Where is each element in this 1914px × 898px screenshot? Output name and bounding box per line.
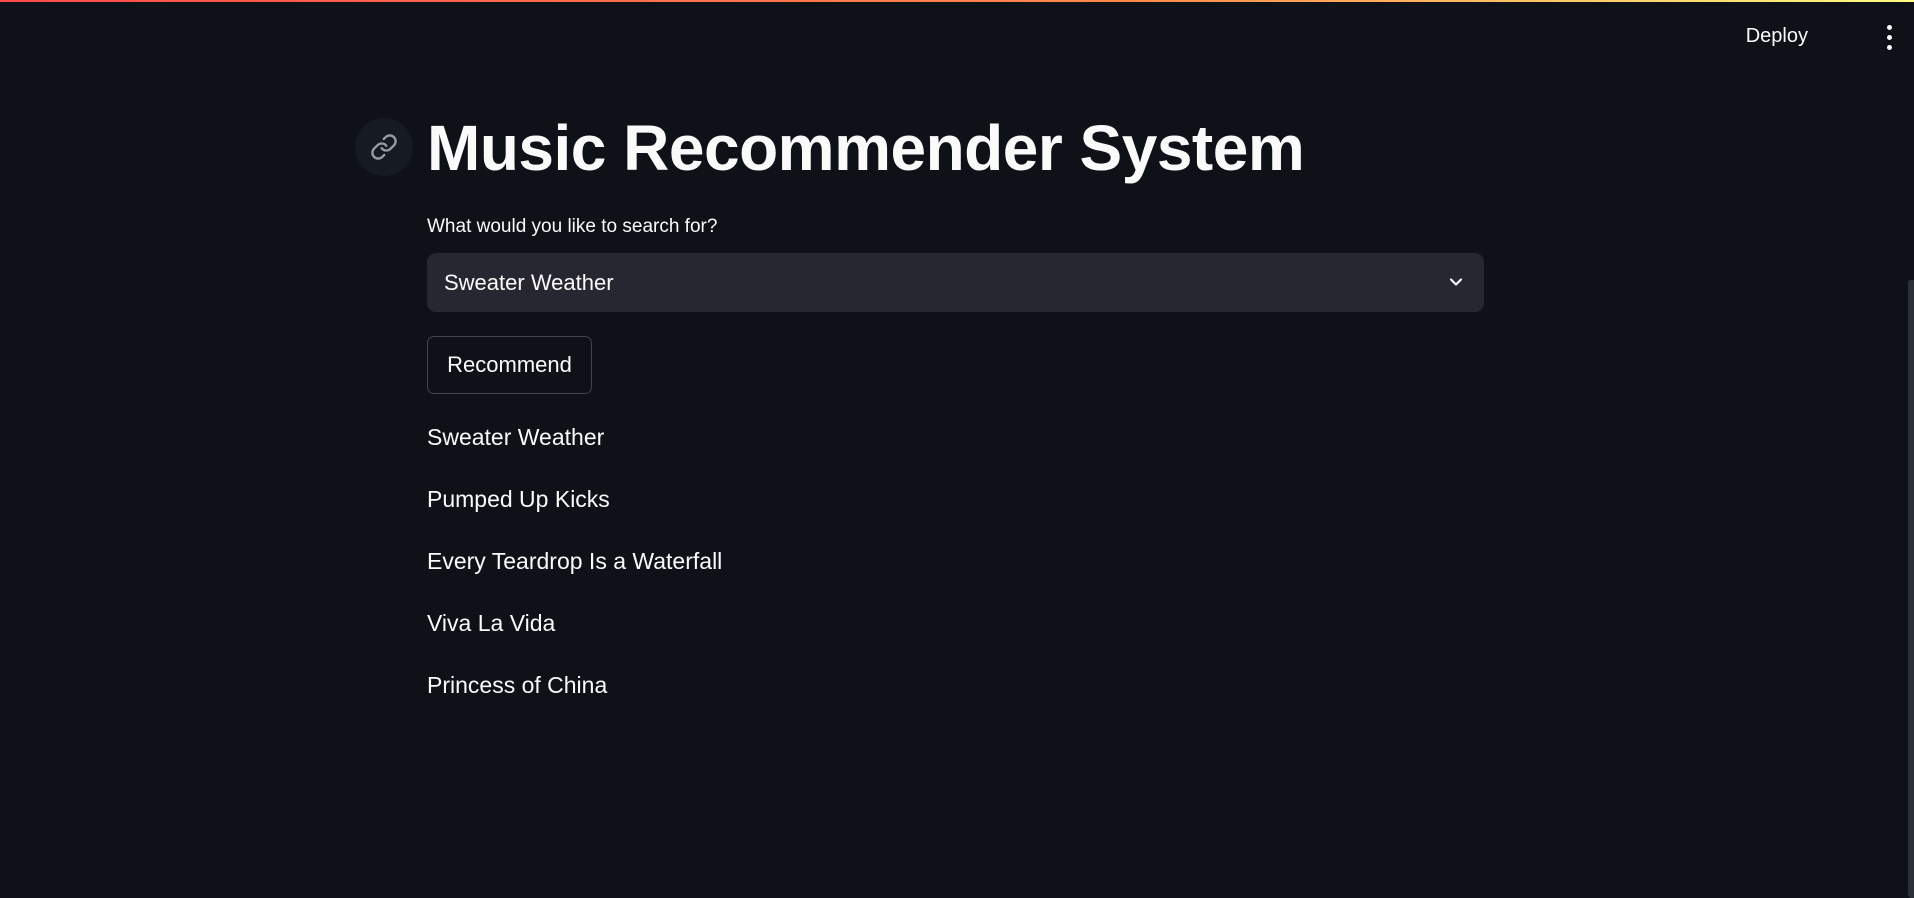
main-menu-button[interactable]	[1878, 20, 1900, 54]
list-item: Princess of China	[427, 672, 608, 698]
page-title: Music Recommender System	[427, 112, 1305, 184]
recommend-button[interactable]: Recommend	[427, 336, 592, 394]
list-item: Pumped Up Kicks	[427, 486, 610, 512]
vertical-dots-icon-dot	[1886, 44, 1892, 50]
recommendation-list: Sweater Weather Pumped Up Kicks Every Te…	[427, 420, 722, 730]
song-select[interactable]: Sweater Weather	[427, 253, 1484, 312]
search-label: What would you like to search for?	[427, 216, 718, 237]
song-select-value: Sweater Weather	[444, 270, 614, 295]
list-item: Sweater Weather	[427, 424, 605, 450]
chevron-down-icon	[1449, 278, 1463, 286]
vertical-dots-icon-dot	[1886, 34, 1892, 40]
deploy-button[interactable]: Deploy	[1736, 18, 1818, 54]
vertical-dots-icon	[1886, 24, 1892, 30]
app-header: Deploy	[0, 2, 1914, 66]
scrollbar[interactable]	[1908, 280, 1914, 898]
title-anchor-link[interactable]	[355, 118, 413, 176]
list-item: Every Teardrop Is a Waterfall	[427, 548, 723, 574]
list-item: Viva La Vida	[427, 610, 556, 636]
link-icon	[371, 134, 397, 160]
